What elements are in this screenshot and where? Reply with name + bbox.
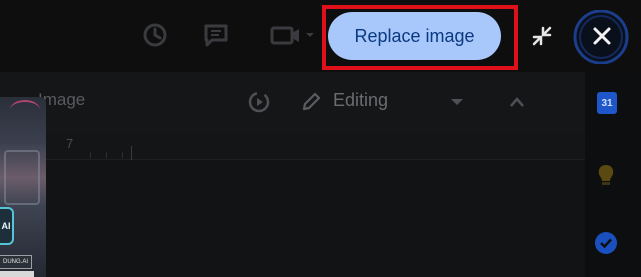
image-toolbar <box>0 72 585 134</box>
ruler-tick <box>90 152 91 158</box>
video-call-icon[interactable] <box>268 20 316 50</box>
ruler-number: 7 <box>66 136 74 151</box>
pencil-icon <box>298 89 324 115</box>
keep-icon[interactable] <box>596 163 616 187</box>
history-icon[interactable] <box>140 20 170 50</box>
image-bottom-bar <box>0 271 34 277</box>
ruler <box>0 134 585 160</box>
editing-mode-label[interactable]: Editing <box>333 90 388 111</box>
document-canvas[interactable] <box>0 160 585 277</box>
calendar-icon[interactable]: 31 <box>597 92 617 114</box>
animate-icon[interactable] <box>246 89 272 115</box>
ruler-marker[interactable] <box>131 146 132 160</box>
chevron-down-icon[interactable] <box>448 94 466 110</box>
collapse-icon[interactable] <box>528 22 556 50</box>
image-tag-text: DUNG.AI <box>0 255 32 269</box>
image-ai-badge: AI <box>0 207 14 245</box>
replace-image-button[interactable]: Replace image <box>328 12 501 60</box>
image-frame-decoration <box>4 150 40 205</box>
image-neon-decoration <box>10 100 40 120</box>
ruler-tick <box>106 152 107 158</box>
comment-icon[interactable] <box>201 20 231 50</box>
chevron-up-icon[interactable] <box>506 92 528 112</box>
tasks-icon[interactable] <box>595 232 617 254</box>
close-icon[interactable] <box>586 20 618 52</box>
ruler-tick <box>122 152 123 158</box>
